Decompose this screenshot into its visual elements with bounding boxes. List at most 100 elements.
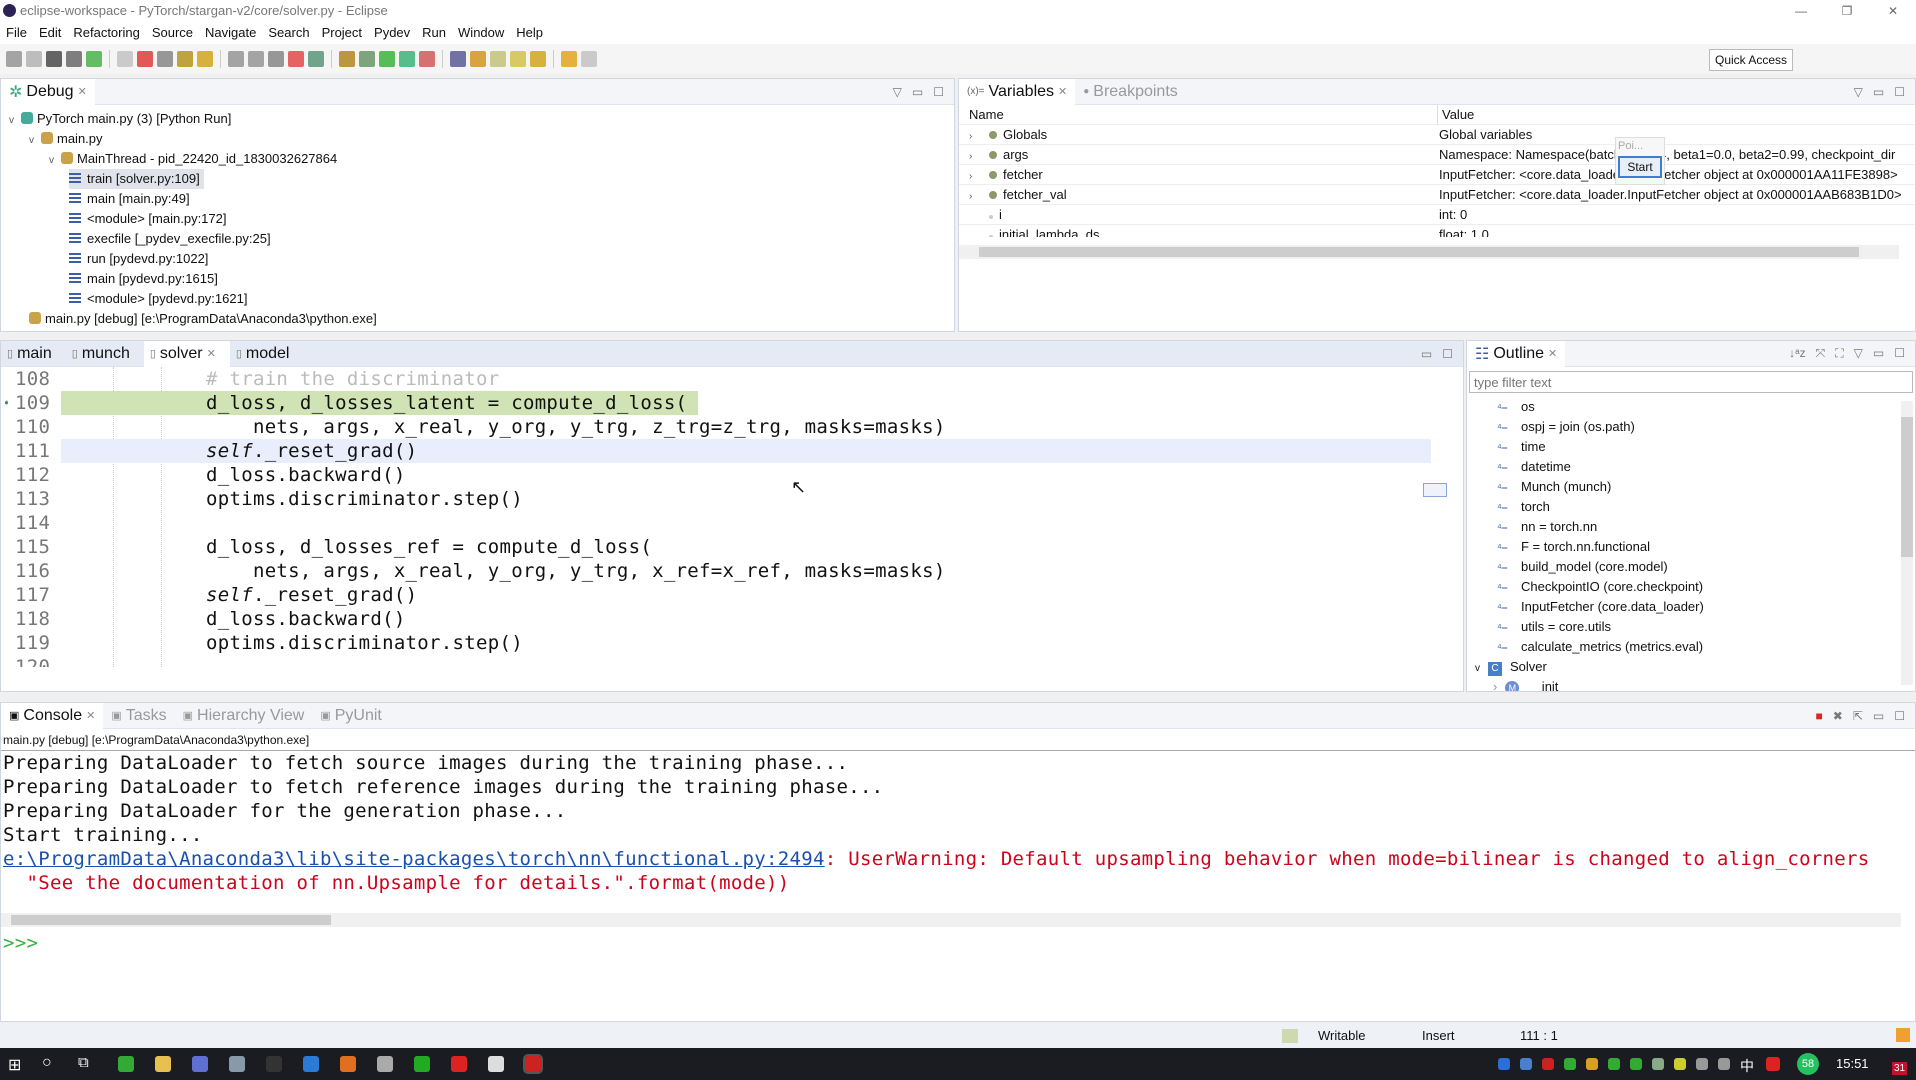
variable-row[interactable]: › args Namespace: Namespace(batch_size=4, … (959, 145, 1915, 165)
terminate-icon[interactable]: ■ (1816, 709, 1823, 723)
tab-variables[interactable]: (x)= Variables ✕ (959, 78, 1076, 105)
tray-icon[interactable] (1696, 1058, 1708, 1070)
overview-ruler-marker[interactable] (1423, 483, 1447, 497)
toolbar-icon-1[interactable] (6, 51, 22, 67)
toolbar-icon-12[interactable] (248, 51, 264, 67)
view-menu-icon[interactable]: ▽ (1854, 346, 1863, 361)
toolbar-icon-3[interactable] (46, 51, 62, 67)
outline-import-item[interactable]: ⁴⎯ F = torch.nn.functional (1497, 537, 1650, 557)
maximize-icon[interactable]: ☐ (1894, 85, 1905, 99)
stack-frame[interactable]: <module> [pydevd.py:1621] (69, 289, 247, 309)
tab-solver[interactable]: ▯ solver ✕ (143, 340, 230, 367)
code-editor[interactable]: 108 # train the discriminator 109 ➧ d_loss, … (1, 367, 1463, 667)
tray-icon[interactable] (1498, 1058, 1510, 1070)
toolbar-icon-10[interactable] (197, 51, 213, 67)
outline-import-item[interactable]: ⁴⎯ datetime (1497, 457, 1571, 477)
minimize-icon[interactable]: ▭ (912, 85, 923, 99)
maximize-icon[interactable]: ☐ (1442, 347, 1453, 361)
tab-debug[interactable]: ✲ Debug ✕ (1, 78, 95, 105)
view-menu-icon[interactable]: ▽ (893, 85, 902, 99)
close-icon[interactable]: ✕ (78, 85, 87, 98)
close-icon[interactable]: ✕ (1058, 85, 1067, 98)
tab-munch[interactable]: ▯ munch (66, 341, 144, 367)
tab-model[interactable]: ▯ model (230, 341, 304, 367)
code-line[interactable]: 117 self._reset_grad() (1, 583, 1431, 607)
column-value[interactable]: Value (1437, 105, 1474, 125)
toolbar-icon-19[interactable] (399, 51, 415, 67)
taskbar-app-icon[interactable] (414, 1056, 430, 1072)
menu-source[interactable]: Source (146, 22, 199, 44)
source-link[interactable]: e:\ProgramData\Anaconda3\lib\site-packag… (3, 848, 825, 870)
toolbar-icon-16[interactable] (339, 51, 355, 67)
tray-icon[interactable] (1718, 1058, 1730, 1070)
debug-tree-item[interactable]: v MainThread - pid_22420_id_1830032627864 (49, 149, 337, 169)
toolbar-icon-4[interactable] (66, 51, 82, 67)
menu-run[interactable]: Run (416, 22, 452, 44)
taskbar-app-icon[interactable] (192, 1056, 208, 1072)
tray-icon[interactable] (1520, 1058, 1532, 1070)
taskbar-app-icon[interactable] (266, 1056, 282, 1072)
chevron-right-icon[interactable]: › (969, 187, 981, 204)
tab-outline[interactable]: ☷ Outline ✕ (1467, 340, 1566, 367)
chevron-right-icon[interactable]: › (969, 127, 981, 144)
outline-import-item[interactable]: ⁴⎯ calculate_metrics (metrics.eval) (1497, 637, 1703, 657)
toolbar-icon-5[interactable] (86, 51, 102, 67)
collapse-all-icon[interactable]: ⤧ (1816, 346, 1826, 361)
taskbar-app-icon[interactable] (229, 1056, 245, 1072)
menu-edit[interactable]: Edit (33, 22, 67, 44)
code-line[interactable]: 108 # train the discriminator (1, 367, 1431, 391)
tab-console[interactable]: ▣ Console ✕ (1, 702, 104, 729)
chevron-right-icon[interactable]: › (969, 147, 981, 164)
chevron-right-icon[interactable]: › (1493, 679, 1497, 691)
tray-icon[interactable] (1586, 1058, 1598, 1070)
code-line[interactable]: 119 optims.discriminator.step() (1, 631, 1431, 655)
toolbar-icon-11[interactable] (228, 51, 244, 67)
taskbar-app-icon[interactable] (118, 1056, 134, 1072)
stack-frame[interactable]: <module> [main.py:172] (69, 209, 226, 229)
outline-import-item[interactable]: ⁴⎯ nn = torch.nn (1497, 517, 1597, 537)
minimize-button[interactable]: — (1778, 0, 1824, 22)
task-view-icon[interactable]: ⧉ (78, 1054, 89, 1071)
chevron-down-icon[interactable]: v (29, 131, 41, 151)
stack-frame[interactable]: main [pydevd.py:1615] (69, 269, 218, 289)
taskbar-app-icon[interactable] (523, 1054, 543, 1074)
minimize-icon[interactable]: ▭ (1421, 347, 1432, 361)
toolbar-icon-25[interactable] (530, 51, 546, 67)
tray-icon[interactable] (1652, 1058, 1664, 1070)
taskbar-app-icon[interactable] (488, 1056, 504, 1072)
toolbar-icon-7[interactable] (137, 51, 153, 67)
variables-hscrollbar[interactable] (959, 245, 1899, 259)
debug-tree-item[interactable]: main.py [debug] [e:\ProgramData\Anaconda… (29, 309, 377, 329)
code-line[interactable]: 110 nets, args, x_real, y_org, y_trg, z_… (1, 415, 1431, 439)
menu-file[interactable]: File (0, 22, 33, 44)
taskbar-app-icon[interactable] (451, 1056, 467, 1072)
outline-filter-input[interactable] (1469, 371, 1913, 393)
taskbar-app-icon[interactable] (340, 1056, 356, 1072)
sort-icon[interactable]: ↓ᵃz (1789, 346, 1805, 361)
outline-import-item[interactable]: ⁴⎯ os (1497, 397, 1535, 417)
toolbar-icon-27[interactable] (581, 51, 597, 67)
outline-import-item[interactable]: ⁴⎯ InputFetcher (core.data_loader) (1497, 597, 1704, 617)
close-icon[interactable]: ✕ (1548, 347, 1557, 360)
outline-import-item[interactable]: ⁴⎯ build_model (core.model) (1497, 557, 1668, 577)
toolbar-icon-21[interactable] (450, 51, 466, 67)
tray-icon[interactable] (1766, 1057, 1780, 1071)
menu-refactoring[interactable]: Refactoring (67, 22, 145, 44)
code-line[interactable]: 120 (1, 655, 1431, 667)
chevron-down-icon[interactable]: v (1475, 663, 1480, 674)
console-hscrollbar[interactable] (1, 913, 1901, 927)
code-line[interactable]: 114 (1, 511, 1431, 535)
code-line[interactable]: 109 ➧ d_loss, d_losses_latent = compute_d_… (1, 391, 1431, 415)
toolbar-icon-26[interactable] (561, 51, 577, 67)
start-button[interactable]: Start (1618, 156, 1662, 178)
stack-frame[interactable]: execfile [_pydev_execfile.py:25] (69, 229, 271, 249)
debug-tree-item[interactable]: v PyTorch main.py (3) [Python Run] (9, 109, 231, 129)
menu-help[interactable]: Help (510, 22, 549, 44)
badge-58[interactable]: 58 (1797, 1053, 1819, 1075)
console-output[interactable]: Preparing DataLoader to fetch source ima… (1, 751, 1915, 1021)
minimize-icon[interactable]: ▭ (1873, 709, 1884, 723)
tray-icon[interactable] (1630, 1058, 1642, 1070)
tray-icon[interactable] (1674, 1058, 1686, 1070)
tab-tasks[interactable]: ▣ Tasks (103, 703, 174, 729)
toolbar-icon-17[interactable] (359, 51, 375, 67)
